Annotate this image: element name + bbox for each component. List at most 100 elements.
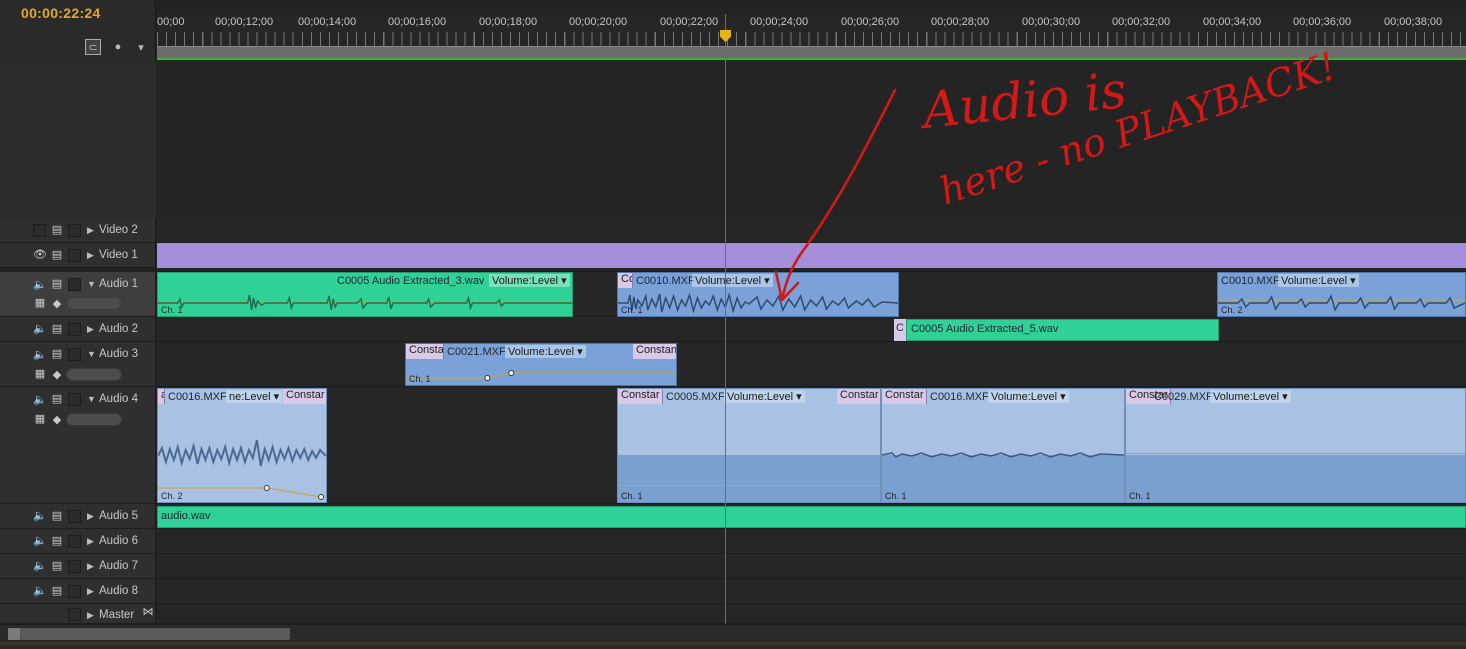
audio-clip[interactable]: Constar C0005.MXF Volume:Level ▾ Constar…: [617, 388, 881, 503]
audio-clip[interactable]: Co C0010.MXF Volume:Level ▾ Ch. 1: [617, 272, 899, 317]
speaker-icon[interactable]: 🔈: [33, 393, 47, 407]
film-icon[interactable]: ▤: [50, 322, 64, 336]
audio-clip[interactable]: Consta C0021.MXF Volume:Level ▾ Constan …: [405, 343, 677, 386]
film-icon[interactable]: ▤: [50, 347, 64, 361]
volume-level-dropdown[interactable]: Volume:Level ▾: [1278, 274, 1359, 287]
transition[interactable]: Constan: [633, 344, 676, 359]
expand-track-icon[interactable]: ▶: [87, 586, 94, 597]
transition[interactable]: Consta: [406, 344, 444, 359]
expand-track-icon[interactable]: ▶: [87, 511, 94, 522]
transition[interactable]: Constar: [837, 389, 880, 404]
keyframe-icon[interactable]: ◆: [50, 297, 64, 311]
film-icon[interactable]: ▤: [50, 248, 64, 262]
film-icon[interactable]: ▤: [50, 223, 64, 237]
expand-track-icon[interactable]: ▶: [87, 610, 94, 621]
scroll-left-icon[interactable]: [8, 628, 20, 640]
track-header-audio7[interactable]: 🔈 ▤ ▶ Audio 7: [0, 554, 156, 579]
volume-level-dropdown[interactable]: Volume:Level ▾: [1210, 390, 1291, 403]
film-icon[interactable]: ▤: [50, 509, 64, 523]
track-header-master[interactable]: ▶ Master ⋈: [0, 604, 156, 624]
transition[interactable]: Constar: [283, 389, 326, 404]
speaker-icon[interactable]: 🔈: [33, 509, 47, 523]
speaker-icon[interactable]: 🔈: [33, 559, 47, 573]
track-header-audio5[interactable]: 🔈 ▤ ▶ Audio 5: [0, 504, 156, 529]
film-icon[interactable]: ▤: [50, 584, 64, 598]
lane-audio7[interactable]: [157, 554, 1466, 579]
collapse-track-icon[interactable]: ▼: [87, 349, 96, 359]
lane-audio1[interactable]: C0005 Audio Extracted_3.wav Volume:Level…: [157, 272, 1466, 317]
lane-audio5[interactable]: audio.wav: [157, 504, 1466, 529]
collapse-track-icon[interactable]: ▼: [87, 394, 96, 404]
track-header-video1[interactable]: 👁 ▤ ▶ Video 1: [0, 243, 156, 268]
lane-audio8[interactable]: [157, 579, 1466, 604]
volume-level-dropdown[interactable]: Volume:Level ▾: [692, 274, 773, 287]
speaker-icon[interactable]: 🔈: [33, 534, 47, 548]
speaker-icon[interactable]: 🔈: [33, 278, 47, 292]
track-header-audio3[interactable]: 🔈 ▤ ▼ Audio 3 ▦ ◆: [0, 342, 156, 387]
video-clip[interactable]: [157, 243, 1466, 268]
lane-audio3[interactable]: Consta C0021.MXF Volume:Level ▾ Constan …: [157, 342, 1466, 387]
toggle-output-button[interactable]: [33, 224, 46, 237]
keyframe-icon[interactable]: ◆: [50, 413, 64, 427]
audio-clip[interactable]: C0005 Audio Extracted_3.wav Volume:Level…: [157, 272, 573, 317]
lock-track-button[interactable]: [68, 249, 81, 262]
master-channel-icon[interactable]: ⋈: [141, 605, 155, 619]
lock-track-button[interactable]: [68, 510, 81, 523]
lock-track-button[interactable]: [68, 348, 81, 361]
track-header-video2[interactable]: ▤ ▶ Video 2: [0, 218, 156, 243]
audio-clip[interactable]: C0010.MXF Volume:Level ▾ Ch. 2: [1217, 272, 1466, 317]
expand-track-icon[interactable]: ▶: [87, 250, 94, 261]
volume-level-dropdown[interactable]: Volume:Level ▾: [988, 390, 1069, 403]
track-header-audio1[interactable]: 🔈 ▤ ▼ Audio 1 ▦ ◆: [0, 272, 156, 317]
keyframe-icon[interactable]: ◆: [50, 368, 64, 382]
marker-icon[interactable]: ▾: [133, 39, 149, 55]
transition[interactable]: C: [894, 319, 906, 341]
zoom-scrollbar-thumb[interactable]: [20, 628, 290, 640]
film-icon[interactable]: ▤: [50, 277, 64, 291]
lane-video2[interactable]: [157, 218, 1466, 243]
film-icon[interactable]: ▤: [50, 559, 64, 573]
audio-clip[interactable]: Constar C0016.MXF Volume:Level ▾ Ch. 1: [881, 388, 1125, 503]
speaker-icon[interactable]: 🔈: [33, 584, 47, 598]
snap-icon[interactable]: ⊂: [85, 39, 101, 55]
expand-track-icon[interactable]: ▶: [87, 225, 94, 236]
playhead-line[interactable]: [725, 14, 726, 624]
transition[interactable]: ar: [158, 389, 165, 404]
lock-track-button[interactable]: [68, 278, 81, 291]
film-icon[interactable]: ▤: [50, 534, 64, 548]
lane-audio2[interactable]: C C0005 Audio Extracted_5.wav: [157, 317, 1466, 342]
waveform-display-icon[interactable]: ▦: [33, 296, 47, 310]
lane-audio6[interactable]: [157, 529, 1466, 554]
transition[interactable]: Constar: [882, 389, 927, 404]
track-header-audio8[interactable]: 🔈 ▤ ▶ Audio 8: [0, 579, 156, 604]
keyframe-navigator[interactable]: [66, 297, 122, 310]
waveform-display-icon[interactable]: ▦: [33, 367, 47, 381]
keyframe-navigator[interactable]: [66, 368, 122, 381]
volume-line[interactable]: [1126, 453, 1465, 454]
lock-track-button[interactable]: [68, 323, 81, 336]
audio-clip[interactable]: audio.wav: [157, 506, 1466, 528]
volume-level-dropdown[interactable]: ne:Level ▾: [226, 390, 283, 403]
lane-video1[interactable]: [157, 243, 1466, 272]
track-header-audio2[interactable]: 🔈 ▤ ▶ Audio 2: [0, 317, 156, 342]
audio-clip[interactable]: ar C0016.MXF ne:Level ▾ Constar Ch. 2: [157, 388, 327, 503]
work-area-bar[interactable]: [157, 46, 1466, 58]
audio-clip[interactable]: Constar C0029.MXF Volume:Level ▾ Ch. 1: [1125, 388, 1466, 503]
eye-icon[interactable]: 👁: [33, 248, 47, 262]
expand-track-icon[interactable]: ▶: [87, 536, 94, 547]
lock-track-button[interactable]: [68, 585, 81, 598]
volume-level-dropdown[interactable]: Volume:Level ▾: [489, 274, 570, 287]
film-icon[interactable]: ▤: [50, 392, 64, 406]
lock-track-button[interactable]: [68, 535, 81, 548]
playhead-timecode[interactable]: 00:00:22:24: [21, 5, 101, 21]
volume-level-dropdown[interactable]: Volume:Level ▾: [724, 390, 805, 403]
collapse-track-icon[interactable]: ▼: [87, 279, 96, 289]
track-header-audio4[interactable]: 🔈 ▤ ▼ Audio 4 ▦ ◆: [0, 387, 156, 504]
track-header-audio6[interactable]: 🔈 ▤ ▶ Audio 6: [0, 529, 156, 554]
lane-audio4[interactable]: ar C0016.MXF ne:Level ▾ Constar Ch. 2 Co…: [157, 387, 1466, 504]
lock-track-button[interactable]: [68, 393, 81, 406]
transition[interactable]: Co: [618, 273, 633, 288]
lock-track-button[interactable]: [68, 224, 81, 237]
keyframe-navigator[interactable]: [66, 413, 122, 426]
lock-track-button[interactable]: [68, 608, 81, 621]
